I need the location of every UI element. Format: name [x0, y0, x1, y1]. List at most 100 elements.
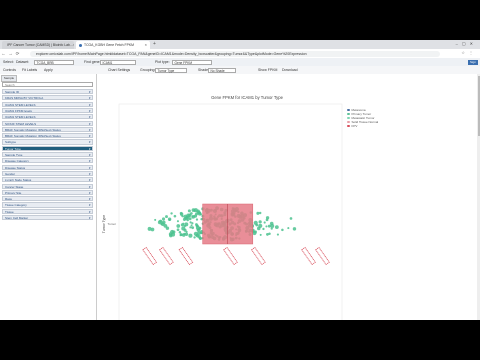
data-point: [170, 232, 176, 237]
sidebar-search-input[interactable]: Search: [2, 82, 93, 87]
data-point: [150, 227, 155, 232]
window-controls[interactable]: –▢✕: [456, 41, 477, 46]
tab-title: IPF Cancer Tumor (CAMSD) | Bioinfo Lab..…: [7, 43, 73, 47]
sidebar-item-label: Race: [5, 197, 13, 202]
close-tab-icon[interactable]: ✕: [73, 43, 74, 47]
sidebar-item[interactable]: ICAM1 STEM LEVELS ▾: [2, 101, 93, 107]
sign-out-button[interactable]: Sign out: [468, 59, 478, 69]
plot-type-select[interactable]: Gene FPKM: [172, 59, 212, 65]
show-fpkm-button[interactable]: Show FPKM: [258, 68, 277, 72]
chevron-down-icon: ▾: [88, 159, 91, 164]
data-point: [167, 217, 172, 221]
apply-button[interactable]: Apply: [44, 68, 53, 72]
forward-icon[interactable]: →: [7, 51, 14, 56]
chevron-down-icon: ▾: [88, 90, 91, 94]
tab-title: TCGA_KGBH Gene Fetch FPKM: [84, 43, 134, 47]
data-point: [289, 217, 293, 220]
data-point: [266, 233, 269, 236]
sidebar-item-label: BRAF Somatic Mutation (DNASeq) Status: [5, 134, 61, 139]
data-point: [180, 223, 184, 227]
close-tab-icon[interactable]: ✕: [144, 43, 147, 47]
sidebar-item-label: BRAF Somatic Mutation (DNASeq) Status: [5, 127, 61, 132]
sidebar-item[interactable]: Primary Site ▾: [2, 189, 93, 195]
dataset-select[interactable]: TCGA_BRB: [34, 59, 74, 65]
sidebar-item[interactable]: Cancer Stage ▾: [2, 183, 93, 189]
download-button[interactable]: Download: [282, 68, 298, 72]
browser-tab-bar: IPF Cancer Tumor (CAMSD) | Bioinfo Lab..…: [0, 40, 480, 49]
data-point: [165, 215, 168, 219]
tab-favicon-icon: [79, 43, 82, 47]
browser-tab[interactable]: IPF Cancer Tumor (CAMSD) | Bioinfo Lab..…: [2, 41, 74, 49]
find-gene-label: Find gene:: [84, 60, 101, 64]
data-point: [183, 224, 187, 228]
legend-swatch: [347, 116, 350, 120]
sidebar-item[interactable]: ICAM1 FPKM levels ▾: [2, 107, 93, 114]
chevron-down-icon: ▾: [88, 203, 91, 208]
data-point: [173, 214, 177, 218]
data-point: [161, 220, 166, 225]
data-point: [181, 214, 184, 218]
chevron-down-icon: ▾: [88, 96, 91, 101]
chart-settings-button[interactable]: Chart Settings: [108, 68, 130, 72]
y-axis-label: Tumor Type: [102, 215, 106, 234]
chevron-down-icon: ▾: [88, 178, 91, 183]
sidebar-item-label: Tissue Category: [5, 203, 27, 208]
controls-toggle[interactable]: Controls: [3, 68, 16, 72]
chevron-down-icon: ▾: [88, 190, 91, 195]
sidebar-item[interactable]: Subtype ▾: [2, 139, 93, 145]
sidebar-item[interactable]: Disease Category ▾: [2, 158, 93, 164]
legend-item[interactable]: FPV: [347, 124, 378, 128]
data-point: [195, 223, 198, 226]
sidebar-item[interactable]: ICAM1 STEM LEVELS ▾: [2, 114, 93, 120]
reload-icon[interactable]: ⟳: [14, 51, 21, 57]
sidebar-item[interactable]: Gender ▾: [2, 170, 93, 177]
sidebar-item[interactable]: BRAF Somatic Mutation (DNASeq) Status ▾: [2, 126, 93, 132]
scrollbar-thumb[interactable]: [477, 76, 480, 136]
sidebar-item-label: Stem Cell Marker: [5, 216, 29, 220]
sidebar-tab[interactable]: Sample: [1, 75, 17, 82]
address-bar[interactable]: explorer.omicslab.com/IPF/home/MainPage.…: [30, 50, 440, 57]
new-tab-icon[interactable]: +: [153, 41, 156, 47]
data-point: [276, 233, 280, 236]
screen: IPF Cancer Tumor (CAMSD) | Bioinfo Lab..…: [0, 40, 480, 320]
data-point: [178, 230, 182, 234]
data-point: [258, 223, 263, 228]
chevron-down-icon: ▾: [88, 108, 91, 113]
fit-labels-button[interactable]: Fit Labels: [22, 68, 37, 72]
sidebar-item[interactable]: Tumor Type ▾: [2, 145, 93, 151]
sidebar-item[interactable]: BRAF Somatic Mutation (DNASeq) Status ▾: [2, 133, 93, 139]
grouping-select[interactable]: Tumor Type: [155, 67, 187, 73]
find-gene-input[interactable]: ICAM1: [100, 59, 136, 65]
data-point: [197, 235, 201, 239]
shade-select[interactable]: No Shade: [208, 67, 236, 73]
sidebar-item[interactable]: KRAS MRNA BY VICTROLA ▾: [2, 95, 93, 101]
sidebar: Sample Search Sample ID ▾ KRAS MRNA BY VIC…: [0, 74, 97, 320]
sidebar-item[interactable]: Sample ID ▾: [2, 89, 93, 95]
sidebar-item[interactable]: Stem Cell Marker ▾: [2, 215, 93, 221]
legend-swatch: [347, 112, 350, 116]
browser-tab-active[interactable]: TCGA_KGBH Gene Fetch FPKM ✕: [76, 41, 150, 49]
sidebar-item[interactable]: Disease Status ▾: [2, 164, 93, 170]
chevron-down-icon: ▾: [88, 209, 91, 214]
sidebar-item[interactable]: Tissue ▾: [2, 208, 93, 214]
sidebar-item[interactable]: Sample Type ▾: [2, 152, 93, 158]
grouping-label: Grouping:: [140, 68, 156, 72]
sidebar-item[interactable]: Tissue Category ▾: [2, 202, 93, 208]
select-label: Select:: [3, 60, 14, 64]
chevron-down-icon: ▾: [88, 153, 91, 157]
back-icon[interactable]: ←: [0, 51, 7, 56]
browser-menu-icons[interactable]: ☆⋮: [461, 50, 477, 55]
chevron-down-icon: ▾: [88, 140, 91, 145]
sidebar-item[interactable]: Lymph Node Status ▾: [2, 177, 93, 183]
data-point: [190, 212, 193, 215]
data-point: [157, 220, 162, 225]
legend-swatch: [347, 124, 350, 128]
data-point: [265, 225, 268, 228]
data-point: [193, 236, 196, 239]
data-point: [188, 233, 193, 238]
data-point: [186, 213, 191, 218]
data-point: [176, 224, 181, 228]
sidebar-item[interactable]: Race ▾: [2, 196, 93, 202]
sidebar-item[interactable]: SOX2F STEM LEVELS ▾: [2, 120, 93, 126]
data-point: [184, 216, 188, 221]
